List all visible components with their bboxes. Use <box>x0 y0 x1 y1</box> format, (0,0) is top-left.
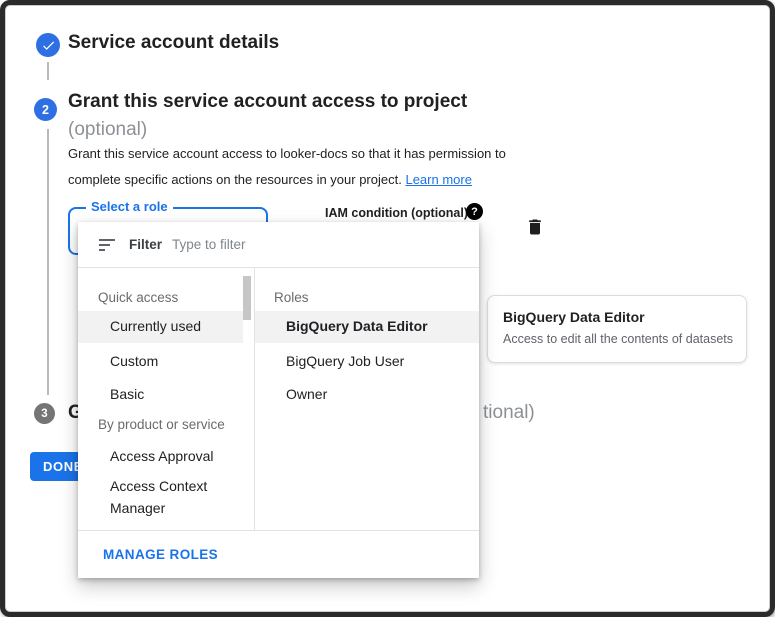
filter-row: Filter <box>78 222 479 268</box>
filter-label: Filter <box>129 237 162 252</box>
help-icon[interactable]: ? <box>466 203 483 220</box>
delete-role-icon[interactable] <box>525 216 545 238</box>
check-icon <box>41 38 56 53</box>
role-tooltip-description: Access to edit all the contents of datas… <box>503 332 731 346</box>
manage-roles-link[interactable]: MANAGE ROLES <box>103 547 218 562</box>
product-item-access-approval[interactable]: Access Approval <box>110 448 214 464</box>
filter-input[interactable] <box>170 236 479 253</box>
step2-title: Grant this service account access to pro… <box>68 91 467 113</box>
iam-condition-label: IAM condition (optional) <box>325 206 468 220</box>
scrollbar-thumb[interactable] <box>243 276 251 320</box>
step1-complete-icon <box>36 33 60 57</box>
step2-description: Grant this service account access to loo… <box>68 141 506 193</box>
step3-number-badge: 3 <box>34 403 55 424</box>
panel-footer: MANAGE ROLES <box>78 530 479 578</box>
quick-access-item-custom[interactable]: Custom <box>110 353 158 369</box>
roles-header: Roles <box>274 290 309 305</box>
step1-title: Service account details <box>68 32 279 54</box>
quick-access-item-basic[interactable]: Basic <box>110 386 144 402</box>
role-item-owner[interactable]: Owner <box>286 386 327 402</box>
service-account-wizard: Service account details 2 Grant this ser… <box>0 0 775 617</box>
quick-access-item-currently-used[interactable]: Currently used <box>110 318 201 334</box>
stepper-connector <box>47 62 49 80</box>
stepper-connector <box>47 129 49 395</box>
select-role-label: Select a role <box>86 199 173 214</box>
role-tooltip-card: BigQuery Data Editor Access to edit all … <box>487 295 747 363</box>
filter-icon <box>99 239 115 251</box>
by-product-header: By product or service <box>98 417 225 432</box>
step3-title-fragment-right: tional) <box>483 402 535 424</box>
role-picker-panel: Filter Quick access Currently used Custo… <box>78 222 479 578</box>
step2-optional-label: (optional) <box>68 119 147 141</box>
learn-more-link[interactable]: Learn more <box>405 172 471 187</box>
column-divider <box>254 268 255 530</box>
role-tooltip-title: BigQuery Data Editor <box>503 309 731 325</box>
role-item-bigquery-data-editor[interactable]: BigQuery Data Editor <box>286 318 428 334</box>
description-line1: Grant this service account access to loo… <box>68 146 506 161</box>
role-picker-columns: Quick access Currently used Custom Basic… <box>78 268 479 530</box>
role-item-bigquery-job-user[interactable]: BigQuery Job User <box>286 353 404 369</box>
quick-access-header: Quick access <box>98 290 178 305</box>
step2-number-badge: 2 <box>34 98 57 121</box>
description-line2: complete specific actions on the resourc… <box>68 172 402 187</box>
product-item-access-context-manager[interactable]: Access Context Manager <box>110 475 230 519</box>
